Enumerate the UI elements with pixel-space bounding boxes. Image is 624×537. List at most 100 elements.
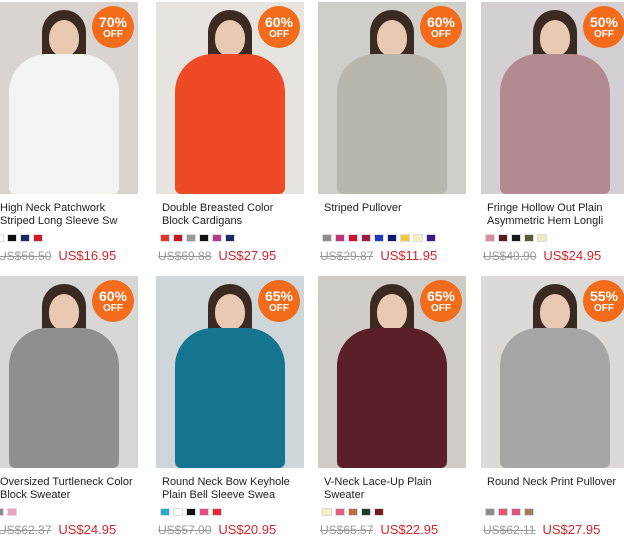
product-title-line1[interactable]: V-Neck Lace-Up Plain	[324, 476, 466, 489]
product-title-line1[interactable]: Fringe Hollow Out Plain	[487, 202, 624, 215]
color-swatch[interactable]	[400, 234, 410, 242]
product-image[interactable]: 70% OFF	[0, 2, 138, 194]
discount-off-label: OFF	[431, 28, 451, 40]
color-swatch[interactable]	[186, 234, 196, 242]
product-card[interactable]: 50% OFF Fringe Hollow Out Plain Asymmetr…	[481, 2, 624, 263]
discount-off-label: OFF	[269, 28, 289, 40]
color-swatch[interactable]	[387, 234, 397, 242]
color-swatch[interactable]	[485, 508, 495, 516]
product-card[interactable]: 55% OFF Round Neck Print Pullover US$62.…	[481, 276, 624, 537]
color-swatch[interactable]	[361, 234, 371, 242]
color-swatch[interactable]	[186, 508, 196, 516]
color-swatch[interactable]	[322, 508, 332, 516]
product-image[interactable]: 50% OFF	[481, 2, 624, 194]
product-title-line2[interactable]: Sweater	[324, 489, 466, 502]
original-price: US$56.50	[0, 249, 52, 263]
product-card[interactable]: 60% OFF Striped Pullover US$29.87 US$11.9…	[318, 2, 466, 263]
product-title-line2[interactable]: Block Cardigans	[162, 215, 304, 228]
color-swatches	[318, 508, 466, 517]
color-swatch[interactable]	[374, 508, 384, 516]
product-image[interactable]: 60% OFF	[0, 276, 138, 468]
color-swatch[interactable]	[374, 234, 384, 242]
color-swatch[interactable]	[413, 234, 423, 242]
discount-percent: 65%	[264, 287, 294, 304]
original-price: US$62.37	[0, 523, 52, 537]
color-swatch[interactable]	[361, 508, 371, 516]
color-swatch[interactable]	[322, 234, 332, 242]
color-swatch[interactable]	[212, 508, 222, 516]
color-swatch[interactable]	[199, 508, 209, 516]
sale-price: US$24.95	[58, 522, 117, 537]
product-title[interactable]: Double Breasted Color Block Cardigans	[156, 202, 304, 228]
discount-badge: 70% OFF	[92, 6, 134, 48]
product-title-line1[interactable]: Striped Pullover	[324, 202, 466, 215]
product-card[interactable]: 60% OFF Double Breasted Color Block Card…	[156, 2, 304, 263]
product-image[interactable]: 55% OFF	[481, 276, 624, 468]
color-swatch[interactable]	[160, 508, 170, 516]
price-row: US$65.57 US$22.95	[318, 522, 466, 537]
color-swatch[interactable]	[160, 234, 170, 242]
color-swatch[interactable]	[0, 508, 4, 516]
price-row: US$49.90 US$24.95	[481, 248, 624, 263]
product-title-line1[interactable]: Round Neck Bow Keyhole	[162, 476, 304, 489]
product-card[interactable]: 60% OFF Oversized Turtleneck Color Block…	[0, 276, 138, 537]
discount-badge: 60% OFF	[420, 6, 462, 48]
color-swatch[interactable]	[335, 234, 345, 242]
product-title[interactable]: V-Neck Lace-Up Plain Sweater	[318, 476, 466, 502]
color-swatch[interactable]	[498, 234, 508, 242]
color-swatch[interactable]	[7, 508, 17, 516]
product-title-line1[interactable]: Oversized Turtleneck Color	[0, 476, 138, 489]
product-title-line1[interactable]: High Neck Patchwork	[0, 202, 138, 215]
product-card[interactable]: 65% OFF Round Neck Bow Keyhole Plain Bel…	[156, 276, 304, 537]
color-swatch[interactable]	[426, 234, 436, 242]
product-title-line2[interactable]: Asymmetric Hem Longli	[487, 215, 624, 228]
color-swatches	[318, 234, 466, 243]
product-title-line1[interactable]: Double Breasted Color	[162, 202, 304, 215]
product-card[interactable]: 70% OFF High Neck Patchwork Striped Long…	[0, 2, 138, 263]
product-image[interactable]: 60% OFF	[156, 2, 304, 194]
product-title-line2[interactable]: Striped Long Sleeve Sw	[0, 215, 138, 228]
product-title[interactable]: High Neck Patchwork Striped Long Sleeve …	[0, 202, 138, 228]
product-image[interactable]: 65% OFF	[156, 276, 304, 468]
price-row: US$62.11 US$27.95	[481, 522, 624, 537]
color-swatch[interactable]	[498, 508, 508, 516]
product-title[interactable]: Oversized Turtleneck Color Block Sweater	[0, 476, 138, 502]
product-title[interactable]: Round Neck Bow Keyhole Plain Bell Sleeve…	[156, 476, 304, 502]
color-swatch[interactable]	[348, 234, 358, 242]
color-swatch[interactable]	[335, 508, 345, 516]
color-swatch[interactable]	[511, 508, 521, 516]
product-title[interactable]: Fringe Hollow Out Plain Asymmetric Hem L…	[481, 202, 624, 228]
color-swatch[interactable]	[33, 234, 43, 242]
color-swatch[interactable]	[225, 234, 235, 242]
product-title-line2[interactable]: Plain Bell Sleeve Swea	[162, 489, 304, 502]
color-swatch[interactable]	[20, 234, 30, 242]
product-image[interactable]: 65% OFF	[318, 276, 466, 468]
color-swatch[interactable]	[524, 234, 534, 242]
discount-off-label: OFF	[594, 28, 614, 40]
discount-off-label: OFF	[431, 302, 451, 314]
color-swatch[interactable]	[0, 234, 4, 242]
color-swatch[interactable]	[173, 234, 183, 242]
color-swatch[interactable]	[212, 234, 222, 242]
product-image[interactable]: 60% OFF	[318, 2, 466, 194]
color-swatch[interactable]	[485, 234, 495, 242]
color-swatch[interactable]	[7, 234, 17, 242]
sale-price: US$20.95	[218, 522, 277, 537]
color-swatch[interactable]	[511, 234, 521, 242]
original-price: US$65.57	[320, 523, 374, 537]
sale-price: US$24.95	[543, 248, 602, 263]
color-swatch[interactable]	[199, 234, 209, 242]
discount-badge: 60% OFF	[258, 6, 300, 48]
color-swatch[interactable]	[173, 508, 183, 516]
garment	[337, 328, 447, 468]
color-swatch[interactable]	[524, 508, 534, 516]
product-title[interactable]: Round Neck Print Pullover	[481, 476, 624, 502]
product-title-line1[interactable]: Round Neck Print Pullover	[487, 476, 624, 489]
original-price: US$62.11	[483, 523, 536, 537]
discount-badge: 60% OFF	[92, 280, 134, 322]
product-title[interactable]: Striped Pullover	[318, 202, 466, 228]
product-title-line2[interactable]: Block Sweater	[0, 489, 138, 502]
product-card[interactable]: 65% OFF V-Neck Lace-Up Plain Sweater US$…	[318, 276, 466, 537]
color-swatch[interactable]	[537, 234, 547, 242]
color-swatch[interactable]	[348, 508, 358, 516]
